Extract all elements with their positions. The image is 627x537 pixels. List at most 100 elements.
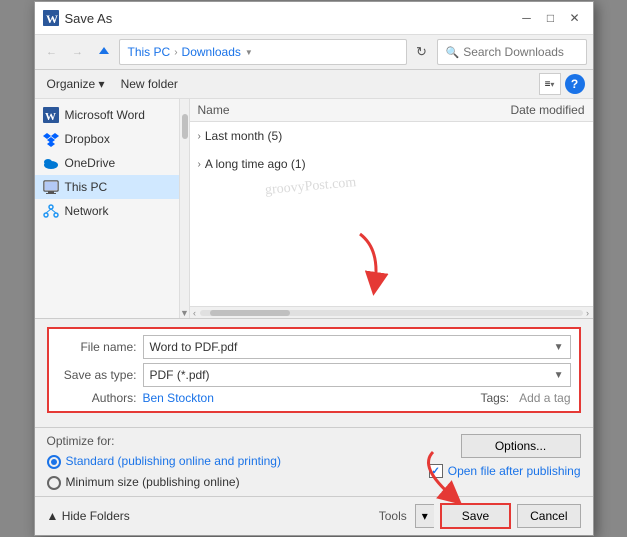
svg-text:W: W [45,111,56,123]
scroll-left-btn[interactable]: ‹ [190,308,200,318]
authors-row: Authors: Ben Stockton Tags: Add a tag [57,391,571,405]
search-icon: 🔍 [446,46,460,59]
tags-label-text: Tags: [480,391,509,405]
col-name-header: Name [198,103,425,117]
sidebar-item-dropbox[interactable]: Dropbox [35,127,179,151]
save-button[interactable]: Save [440,503,511,529]
forward-button[interactable]: → [67,41,89,63]
thispc-icon [43,179,59,195]
bottom-right-buttons: Tools ▾ Save Cancel [379,503,581,529]
sidebar-scrollbar[interactable]: ▼ [180,99,190,318]
sub-toolbar: Organize ▾ New folder ≡ ▾ ? [35,70,593,99]
sidebar-item-onedrive[interactable]: OneDrive [35,151,179,175]
cancel-button[interactable]: Cancel [517,504,580,528]
maximize-button[interactable]: □ [541,8,561,28]
title-bar-left: W Save As [43,10,113,26]
onedrive-icon [43,155,59,171]
view-toggle-button[interactable]: ≡ ▾ [539,73,561,95]
filename-row: File name: Word to PDF.pdf ▼ [57,335,571,359]
horizontal-scrollbar[interactable]: ‹ › [190,306,593,318]
title-controls: ─ □ ✕ [517,8,585,28]
options-button[interactable]: Options... [461,434,581,458]
open-after-checkbox[interactable]: ✓ [429,464,443,478]
refresh-button[interactable]: ↻ [411,41,433,63]
file-group-label: Last month (5) [205,129,282,143]
sidebar: W Microsoft Word [35,99,180,318]
search-input[interactable] [463,45,618,59]
close-button[interactable]: ✕ [565,8,585,28]
sidebar-item-word[interactable]: W Microsoft Word [35,103,179,127]
expand-icon: › [198,159,201,170]
scroll-right-btn[interactable]: › [583,308,593,318]
tags-value[interactable]: Add a tag [519,391,570,405]
savetype-row: Save as type: PDF (*.pdf) ▼ [57,363,571,387]
up-button[interactable] [93,41,115,63]
expand-icon: › [198,131,201,142]
file-group-longtime-header[interactable]: › A long time ago (1) [198,154,585,174]
back-button[interactable]: ← [41,41,63,63]
filename-value: Word to PDF.pdf [150,340,238,354]
word-icon: W [43,107,59,123]
radio-standard[interactable]: Standard (publishing online and printing… [47,454,281,469]
optimize-label: Optimize for: [47,434,281,448]
radio-minimum[interactable]: Minimum size (publishing online) [47,475,281,490]
filename-dropdown-icon: ▼ [554,342,564,353]
help-button[interactable]: ? [565,74,585,94]
main-area-wrapper: W Microsoft Word [35,99,593,319]
scroll-thumb [210,310,290,316]
file-group-longtime: › A long time ago (1) [190,150,593,178]
optimize-area: Optimize for: Standard (publishing onlin… [35,428,593,497]
radio-minimum-label: Minimum size (publishing online) [66,475,240,489]
sidebar-item-label: OneDrive [65,156,116,170]
sidebar-item-label: Dropbox [65,132,110,146]
tools-group: ▾ [415,504,434,528]
sidebar-item-network[interactable]: Network [35,199,179,223]
new-folder-button[interactable]: New folder [117,75,182,93]
open-after-row: ✓ Open file after publishing [429,464,581,478]
minimize-button[interactable]: ─ [517,8,537,28]
scroll-track [200,310,583,316]
radio-standard-label: Standard (publishing online and printing… [66,454,281,468]
file-list-container: Name Date modified › Last month (5) › A … [190,99,593,318]
breadcrumb-separator: › [174,47,177,58]
filename-input[interactable]: Word to PDF.pdf ▼ [143,335,571,359]
breadcrumb-dropdown-icon: ▼ [245,48,253,57]
optimize-options: Optimize for: Standard (publishing onlin… [47,434,281,490]
sidebar-item-label: This PC [65,180,108,194]
authors-value[interactable]: Ben Stockton [143,391,214,405]
sidebar-scroll-thumb [182,114,188,139]
sidebar-scroll-down[interactable]: ▼ [180,308,190,318]
radio-standard-dot [51,459,57,465]
savetype-input[interactable]: PDF (*.pdf) ▼ [143,363,571,387]
organize-button[interactable]: Organize ▾ [43,75,109,93]
sidebar-container: W Microsoft Word [35,99,190,318]
sidebar-item-label: Network [65,204,109,218]
radio-minimum-circle [47,476,61,490]
file-group-lastmonth-header[interactable]: › Last month (5) [198,126,585,146]
checkmark-icon: ✓ [432,466,440,477]
col-date-header: Date modified [425,103,585,117]
optimize-right: Options... ✓ Open file after publishing [293,434,581,478]
search-box: 🔍 [437,39,587,65]
open-after-label: Open file after publishing [448,464,581,478]
dropbox-icon [43,131,59,147]
tools-button[interactable]: ▾ [415,504,434,528]
sidebar-item-label: Microsoft Word [65,108,145,122]
sidebar-item-thispc[interactable]: This PC [35,175,179,199]
form-highlighted-box: File name: Word to PDF.pdf ▼ Save as typ… [47,327,581,413]
network-icon [43,203,59,219]
tools-label: Tools [379,509,407,523]
savetype-dropdown-icon: ▼ [554,370,564,381]
breadcrumb-current[interactable]: Downloads [182,45,241,59]
main-area: W Microsoft Word [35,99,593,319]
authors-label: Authors: [57,391,137,405]
navigation-toolbar: ← → This PC › Downloads ▼ ↻ 🔍 [35,35,593,70]
savetype-value: PDF (*.pdf) [150,368,210,382]
file-list: Name Date modified › Last month (5) › A … [190,99,593,306]
dialog-title: Save As [65,11,113,26]
breadcrumb-root[interactable]: This PC [128,45,171,59]
savetype-label: Save as type: [57,368,137,382]
file-list-header: Name Date modified [190,99,593,122]
hide-folders-button[interactable]: ▲ Hide Folders [47,509,130,523]
form-area: File name: Word to PDF.pdf ▼ Save as typ… [35,319,593,428]
